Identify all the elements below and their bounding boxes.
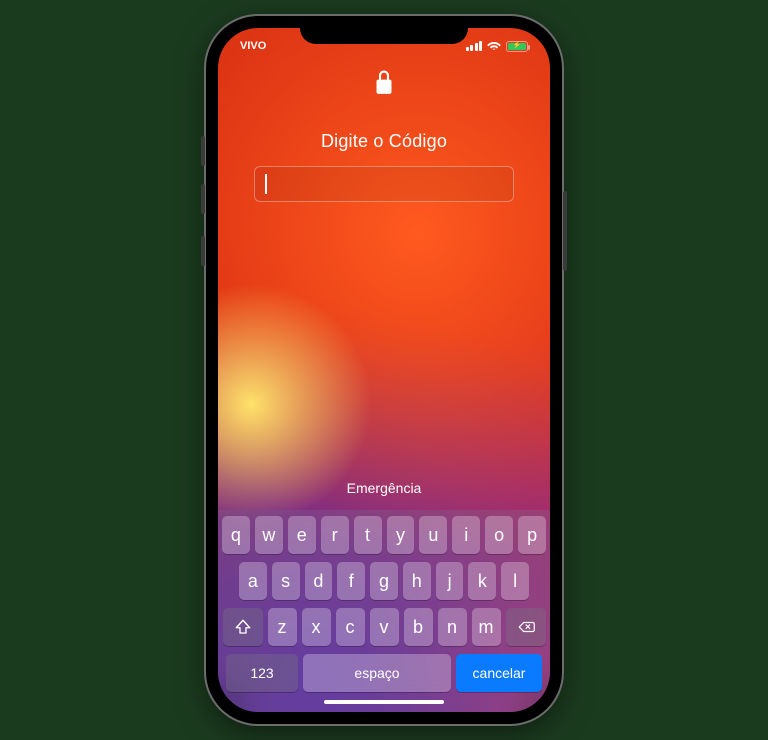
key-d[interactable]: d — [305, 562, 333, 600]
text-cursor — [265, 174, 267, 194]
key-l[interactable]: l — [501, 562, 529, 600]
passcode-title: Digite o Código — [321, 131, 447, 152]
key-y[interactable]: y — [387, 516, 415, 554]
key-u[interactable]: u — [419, 516, 447, 554]
key-h[interactable]: h — [403, 562, 431, 600]
numbers-key[interactable]: 123 — [226, 654, 298, 692]
key-c[interactable]: c — [336, 608, 365, 646]
key-e[interactable]: e — [288, 516, 316, 554]
backspace-key[interactable] — [506, 608, 546, 646]
notch — [300, 16, 468, 44]
key-r[interactable]: r — [321, 516, 349, 554]
lock-icon — [374, 70, 394, 101]
key-n[interactable]: n — [438, 608, 467, 646]
key-b[interactable]: b — [404, 608, 433, 646]
key-p[interactable]: p — [518, 516, 546, 554]
key-v[interactable]: v — [370, 608, 399, 646]
keyboard-row-4: 123 espaço cancelar — [222, 654, 546, 692]
lock-screen: VIVO ⚡ Digite o Código Emergênc — [218, 28, 550, 712]
key-j[interactable]: j — [436, 562, 464, 600]
key-z[interactable]: z — [268, 608, 297, 646]
cancel-key[interactable]: cancelar — [456, 654, 542, 692]
home-indicator[interactable] — [324, 700, 444, 704]
passcode-input[interactable] — [254, 166, 514, 202]
signal-icon — [466, 41, 483, 51]
keyboard-row-2: a s d f g h j k l — [222, 562, 546, 600]
wifi-icon — [487, 39, 501, 53]
keyboard: q w e r t y u i o p a s d f g h j k l — [218, 510, 550, 712]
battery-icon: ⚡ — [506, 41, 528, 52]
keyboard-row-1: q w e r t y u i o p — [222, 516, 546, 554]
key-q[interactable]: q — [222, 516, 250, 554]
key-t[interactable]: t — [354, 516, 382, 554]
key-s[interactable]: s — [272, 562, 300, 600]
key-f[interactable]: f — [337, 562, 365, 600]
key-i[interactable]: i — [452, 516, 480, 554]
key-a[interactable]: a — [239, 562, 267, 600]
key-x[interactable]: x — [302, 608, 331, 646]
key-o[interactable]: o — [485, 516, 513, 554]
key-g[interactable]: g — [370, 562, 398, 600]
status-icons: ⚡ — [466, 39, 529, 53]
carrier-label: VIVO — [240, 40, 266, 52]
lock-area: Digite o Código Emergência — [218, 64, 550, 510]
keyboard-row-3: z x c v b n m — [222, 608, 546, 646]
key-k[interactable]: k — [468, 562, 496, 600]
shift-key[interactable] — [223, 608, 263, 646]
key-m[interactable]: m — [472, 608, 501, 646]
space-key[interactable]: espaço — [303, 654, 451, 692]
key-w[interactable]: w — [255, 516, 283, 554]
phone-frame: VIVO ⚡ Digite o Código Emergênc — [206, 16, 562, 724]
emergency-button[interactable]: Emergência — [347, 480, 422, 496]
